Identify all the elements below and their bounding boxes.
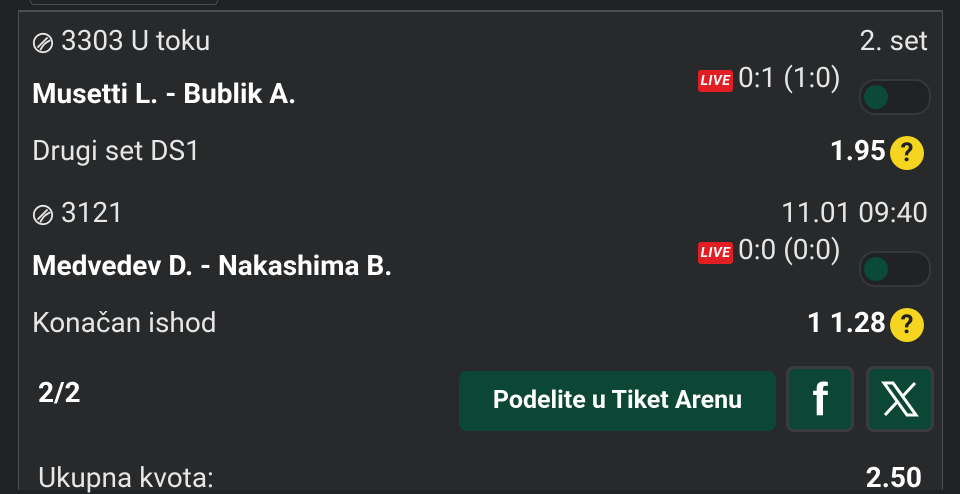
event-datetime: 11.01 09:40 (781, 196, 928, 229)
x-share-button[interactable] (866, 366, 934, 432)
help-icon[interactable]: ? (890, 136, 924, 170)
live-badge: LIVE (698, 242, 733, 264)
event-code: 3303 U toku (60, 24, 211, 57)
live-toggle[interactable] (859, 251, 931, 287)
market-name: Drugi set DS1 (32, 134, 201, 167)
previous-section-edge (30, 0, 218, 5)
bet-count: 2/2 (38, 376, 81, 409)
event-header-2: 3121 (32, 196, 124, 229)
match-name: Medvedev D. - Nakashima B. (32, 249, 393, 282)
toggle-knob (864, 85, 888, 109)
share-tiket-arena-button[interactable]: Podelite u Tiket Arenu (459, 371, 776, 431)
odds-value: 1 1.28 (806, 306, 886, 339)
match-name: Musetti L. - Bublik A. (32, 77, 297, 110)
tennis-ball-icon (32, 204, 54, 225)
live-score: 0:0 (0:0) (738, 233, 841, 266)
toggle-knob (864, 257, 888, 281)
event-status: 2. set (859, 24, 928, 57)
facebook-icon: f (812, 373, 828, 425)
event-header-1: 3303 U toku (32, 24, 210, 57)
event-code: 3121 (60, 196, 124, 229)
live-score: 0:1 (1:0) (738, 61, 841, 94)
x-logo-icon (881, 381, 919, 417)
live-badge: LIVE (698, 70, 733, 92)
live-toggle[interactable] (859, 79, 931, 115)
tennis-ball-icon (32, 32, 54, 53)
total-odds-value: 2.50 (865, 461, 922, 494)
help-icon[interactable]: ? (890, 308, 924, 342)
market-name: Konačan ishod (32, 306, 217, 339)
facebook-share-button[interactable]: f (786, 366, 854, 432)
total-odds-label: Ukupna kvota: (38, 461, 214, 494)
odds-value: 1.95 (829, 134, 886, 167)
